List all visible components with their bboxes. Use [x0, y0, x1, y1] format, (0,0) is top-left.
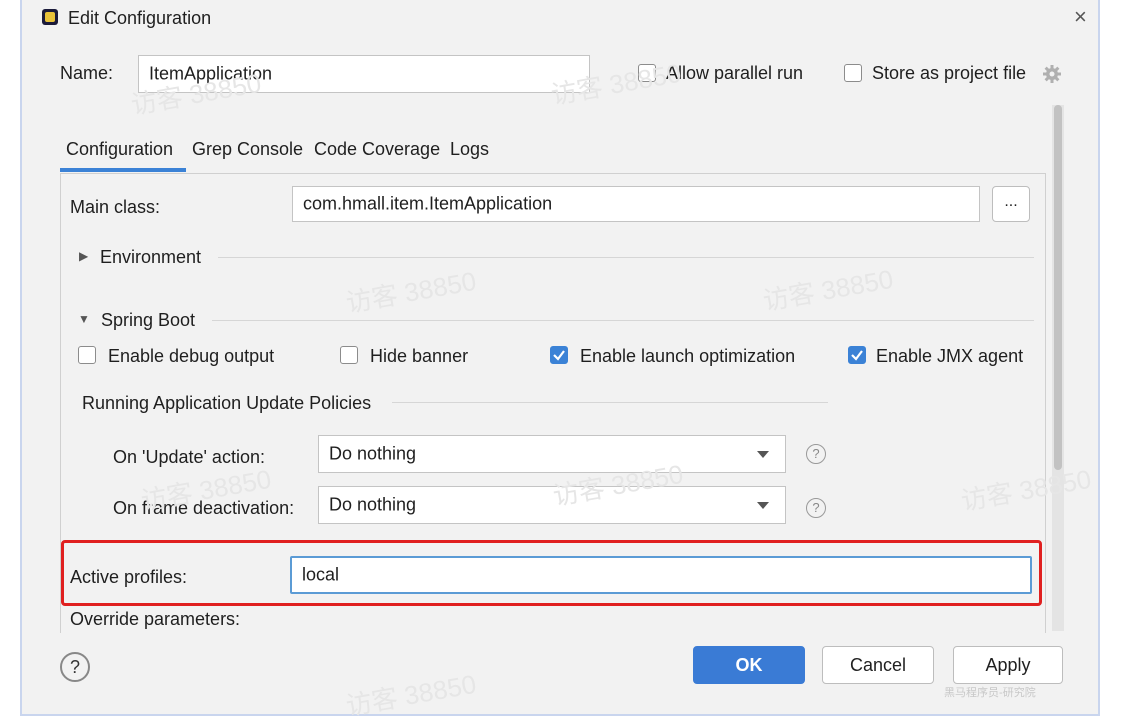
store-as-project-file-checkbox[interactable] [844, 64, 862, 82]
hide-banner-checkbox[interactable] [340, 346, 358, 364]
hide-banner-label: Hide banner [370, 346, 469, 366]
store-as-project-file-label: Store as project file [872, 63, 1027, 83]
active-profiles-label: Active profiles: [70, 567, 188, 587]
help-icon[interactable]: ? [60, 652, 90, 682]
close-icon[interactable]: × [1074, 6, 1087, 28]
update-action-label: On 'Update' action: [113, 447, 265, 467]
enable-launch-optimization-checkbox[interactable] [550, 346, 568, 364]
active-profiles-input[interactable]: local [290, 556, 1032, 594]
enable-debug-output-checkbox[interactable] [78, 346, 96, 364]
allow-parallel-run-label: Allow parallel run [666, 63, 804, 83]
chevron-down-icon [757, 502, 769, 509]
tab-configuration[interactable]: Configuration [66, 140, 173, 158]
tab-code-coverage[interactable]: Code Coverage [314, 140, 440, 158]
update-policies-divider [392, 402, 828, 403]
frame-deactivation-label: On frame deactivation: [113, 498, 295, 518]
corner-watermark: 黑马程序员-研究院 [944, 686, 1036, 699]
tab-logs[interactable]: Logs [450, 140, 489, 158]
name-value: ItemApplication [149, 63, 273, 84]
update-policies-title: Running Application Update Policies [82, 393, 372, 413]
expand-arrow-icon[interactable]: ▶ [79, 250, 88, 262]
tab-active-underline [60, 168, 186, 172]
scrollbar-thumb[interactable] [1054, 105, 1062, 470]
name-label: Name: [60, 63, 114, 83]
environment-section-label[interactable]: Environment [100, 248, 201, 266]
name-input[interactable]: ItemApplication [138, 55, 590, 93]
enable-debug-output-label: Enable debug output [108, 346, 275, 366]
dialog-window: Edit Configuration × Name: ItemApplicati… [20, 0, 1100, 716]
main-class-input[interactable]: com.hmall.item.ItemApplication [292, 186, 980, 222]
frame-deactivation-select[interactable]: Do nothing [318, 486, 786, 524]
enable-jmx-agent-label: Enable JMX agent [876, 346, 1024, 366]
frame-deactivation-value: Do nothing [329, 494, 417, 515]
cancel-button[interactable]: Cancel [822, 646, 934, 684]
update-action-help-icon[interactable]: ? [806, 444, 826, 464]
browse-main-class-button[interactable]: ... [992, 186, 1030, 222]
main-class-value: com.hmall.item.ItemApplication [303, 193, 553, 214]
update-action-value: Do nothing [329, 443, 417, 464]
active-profiles-value: local [302, 564, 340, 585]
apply-button[interactable]: Apply [953, 646, 1063, 684]
chevron-down-icon [757, 451, 769, 458]
spring-boot-section-label[interactable]: Spring Boot [101, 311, 195, 329]
ok-button[interactable]: OK [693, 646, 805, 684]
tab-grep-console[interactable]: Grep Console [192, 140, 303, 158]
gear-icon[interactable] [1042, 64, 1062, 89]
override-parameters-label: Override parameters: [70, 609, 241, 629]
spring-boot-divider [212, 320, 1034, 321]
vertical-scrollbar[interactable] [1052, 105, 1064, 631]
enable-jmx-agent-checkbox[interactable] [848, 346, 866, 364]
enable-launch-optimization-label: Enable launch optimization [580, 346, 796, 366]
update-action-select[interactable]: Do nothing [318, 435, 786, 473]
allow-parallel-run-checkbox[interactable] [638, 64, 656, 82]
collapse-arrow-icon[interactable]: ▼ [78, 313, 90, 325]
dialog-title: Edit Configuration [68, 8, 212, 28]
app-logo-icon [42, 9, 58, 25]
frame-deactivation-help-icon[interactable]: ? [806, 498, 826, 518]
environment-divider [218, 257, 1034, 258]
tab-bar: Configuration Grep Console Code Coverage… [60, 132, 1060, 172]
main-class-label: Main class: [70, 197, 161, 217]
